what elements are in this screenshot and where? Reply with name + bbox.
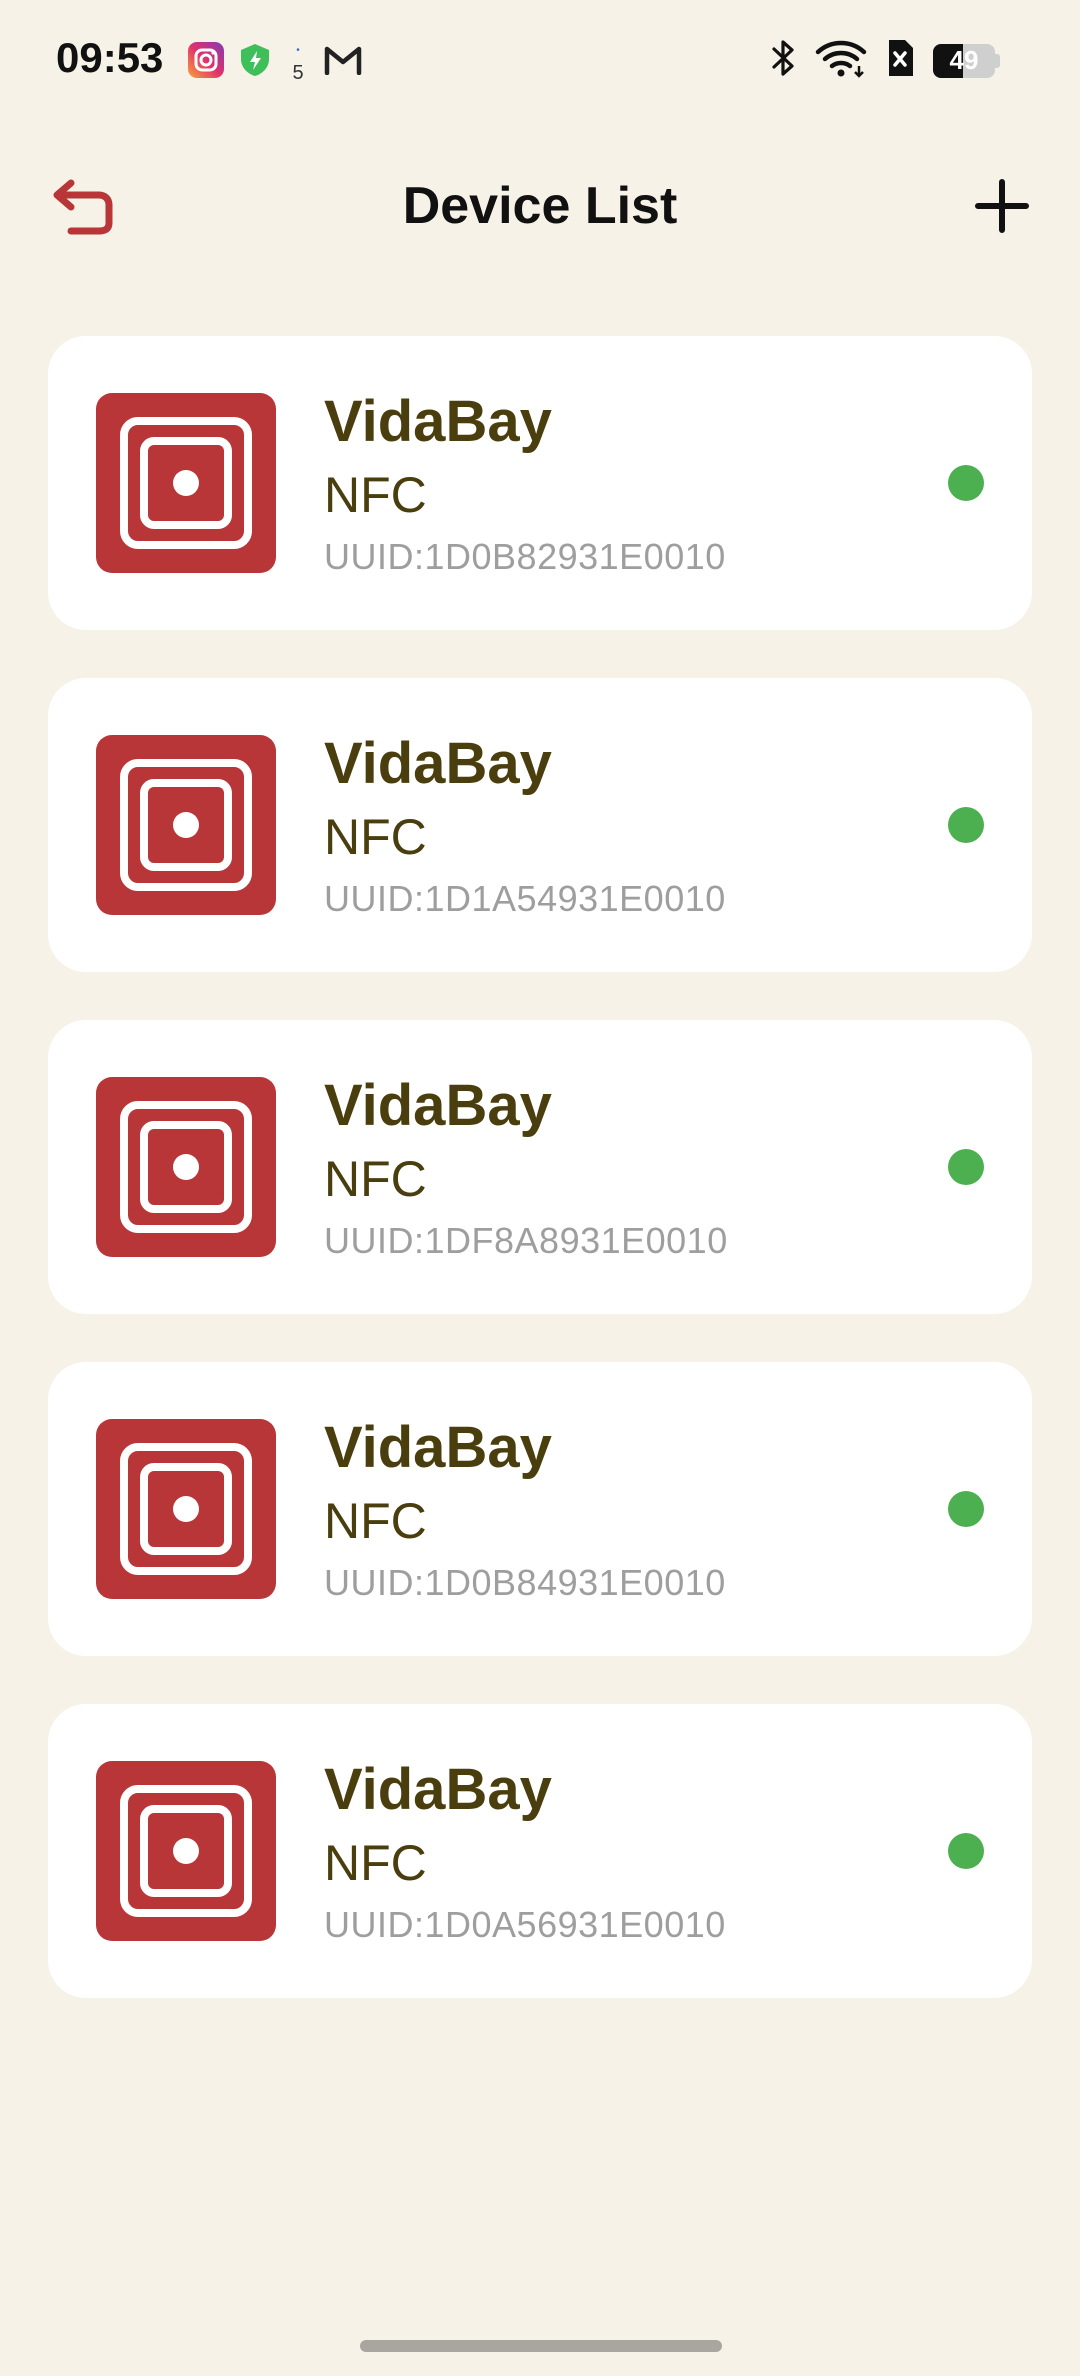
nfc-tag-icon <box>96 735 276 915</box>
device-card[interactable]: VidaBay NFC UUID:1D0B84931E0010 <box>48 1362 1032 1656</box>
device-list: VidaBay NFC UUID:1D0B82931E0010 VidaBay … <box>48 336 1032 2046</box>
sim-off-icon <box>885 38 915 83</box>
battery-level: 49 <box>949 45 979 75</box>
device-uuid: UUID:1DF8A8931E0010 <box>324 1220 728 1261</box>
device-uuid: UUID:1D1A54931E0010 <box>324 878 726 919</box>
status-bar: 09:53 • 5 49 <box>0 0 1080 120</box>
home-indicator[interactable] <box>360 2340 722 2352</box>
device-uuid: UUID:1D0B82931E0010 <box>324 536 726 577</box>
device-name: VidaBay <box>324 389 552 454</box>
online-status-dot <box>948 1149 984 1185</box>
device-uuid: UUID:1D0A56931E0010 <box>324 1904 726 1945</box>
device-card[interactable]: VidaBay NFC UUID:1D1A54931E0010 <box>48 678 1032 972</box>
device-uuid: UUID:1D0B84931E0010 <box>324 1562 726 1603</box>
device-card[interactable]: VidaBay NFC UUID:1D0A56931E0010 <box>48 1704 1032 1998</box>
device-name: VidaBay <box>324 731 552 796</box>
nfc-tag-icon <box>96 1761 276 1941</box>
device-name: VidaBay <box>324 1757 552 1822</box>
device-type: NFC <box>324 1493 427 1549</box>
battery-indicator: 49 <box>933 43 1000 78</box>
device-type: NFC <box>324 1151 427 1207</box>
battery-tip <box>995 53 1000 68</box>
battery-icon: 49 <box>933 43 995 78</box>
notification-icons: • 5 <box>188 40 362 84</box>
device-name: VidaBay <box>324 1415 552 1480</box>
online-status-dot <box>948 465 984 501</box>
online-status-dot <box>948 1833 984 1869</box>
status-time: 09:53 <box>56 34 164 81</box>
gmail-icon <box>324 45 362 80</box>
notification-count-icon: • 5 <box>292 45 304 84</box>
nfc-tag-icon <box>96 393 276 573</box>
device-type: NFC <box>324 467 427 523</box>
add-device-button[interactable] <box>964 170 1040 246</box>
device-card[interactable]: VidaBay NFC UUID:1DF8A8931E0010 <box>48 1020 1032 1314</box>
device-type: NFC <box>324 809 427 865</box>
page-title: Device List <box>402 177 678 235</box>
device-type: NFC <box>324 1835 427 1891</box>
online-status-dot <box>948 1491 984 1527</box>
wifi-icon <box>815 38 867 83</box>
bluetooth-icon <box>771 38 797 83</box>
instagram-icon <box>188 41 224 83</box>
nfc-tag-icon <box>96 1419 276 1599</box>
nfc-tag-icon <box>96 1077 276 1257</box>
device-name: VidaBay <box>324 1073 552 1138</box>
shield-icon <box>238 42 272 83</box>
system-status-icons: 49 <box>771 38 1000 83</box>
app-header: Device List <box>0 140 1080 270</box>
plus-icon <box>974 178 1030 239</box>
notification-count: 5 <box>292 62 304 84</box>
device-card[interactable]: VidaBay NFC UUID:1D0B82931E0010 <box>48 336 1032 630</box>
online-status-dot <box>948 807 984 843</box>
